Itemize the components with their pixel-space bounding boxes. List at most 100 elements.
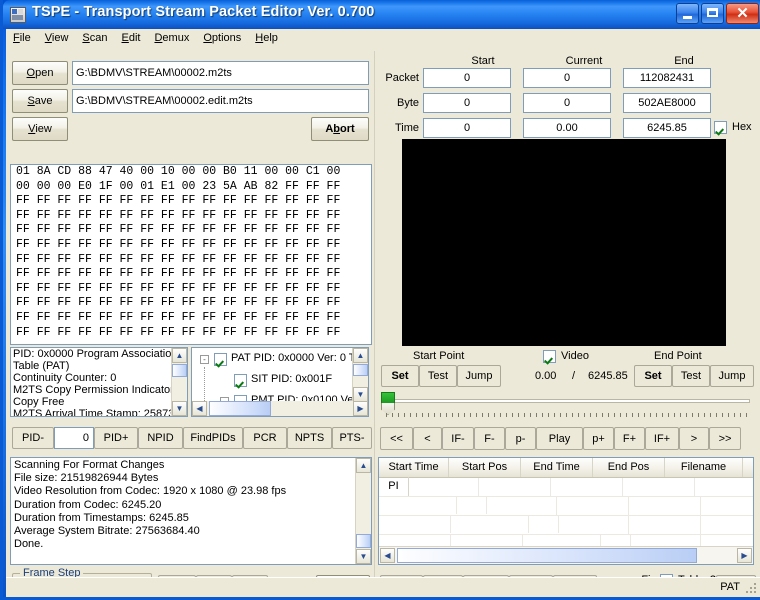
transport-button-fx-7[interactable]: F+ [614, 427, 645, 450]
packet-current-input[interactable]: 0 [523, 68, 611, 88]
transport-button-fx-3[interactable]: F- [474, 427, 505, 450]
start-jump-button[interactable]: Jump [457, 365, 501, 387]
menu-edit[interactable]: Edit [115, 29, 148, 47]
byte-end-input[interactable]: 502AE8000 [623, 93, 711, 113]
table-row[interactable] [379, 497, 753, 533]
edit-list-scroll-left[interactable]: ◀ [380, 548, 395, 563]
edit-list-column-header[interactable]: End Time [521, 458, 593, 477]
pid-info-scrollbar[interactable]: ▲ ▼ [171, 348, 187, 416]
edit-list-column-header[interactable]: Filename [665, 458, 743, 477]
edit-list[interactable]: Start Time Start Pos End Time End Pos Filena… [378, 457, 754, 565]
table-row[interactable] [379, 516, 753, 552]
pid-plus-button[interactable]: PID+ [94, 427, 138, 449]
pid-tree-scroll-up[interactable]: ▲ [353, 348, 368, 363]
menu-file[interactable]: File [6, 29, 38, 47]
edit-list-scroll-right[interactable]: ▶ [737, 548, 752, 563]
open-button[interactable]: Open [12, 61, 68, 85]
table-row[interactable] [379, 478, 753, 514]
edit-list-body[interactable] [379, 478, 753, 564]
tree-item[interactable]: SIT PID: 0x001F [192, 370, 352, 391]
tree-checkbox[interactable] [234, 374, 247, 387]
pid-tree-scroll-thumb[interactable] [353, 364, 368, 376]
end-set-button[interactable]: Set [634, 365, 672, 387]
position-trackbar[interactable] [380, 392, 752, 420]
edit-list-column-header[interactable]: Start Pos [449, 458, 521, 477]
pid-tree-scroll-down[interactable]: ▼ [353, 387, 368, 402]
tree-checkbox[interactable] [214, 353, 227, 366]
edit-list-column-header[interactable]: Start Time [379, 458, 449, 477]
log-scroll-up[interactable]: ▲ [356, 458, 371, 473]
log-scroll-thumb[interactable] [356, 534, 371, 548]
transport-button-px-4[interactable]: p- [505, 427, 536, 450]
abort-button[interactable]: Abort [311, 117, 369, 141]
time-current-input[interactable]: 0.00 [523, 118, 611, 138]
pid-tree-vscrollbar[interactable]: ▲ ▼ [352, 348, 368, 402]
pcr-button[interactable]: PCR [243, 427, 287, 449]
menu-help[interactable]: Help [248, 29, 285, 47]
pid-tree-hscroll-thumb[interactable] [209, 401, 271, 416]
pid-minus-button[interactable]: PID- [12, 427, 54, 449]
pid-info-scroll-down[interactable]: ▼ [172, 401, 187, 416]
save-button[interactable]: Save [12, 89, 68, 113]
edit-list-column-header[interactable]: End Pos [593, 458, 665, 477]
hex-checkbox[interactable] [714, 121, 727, 134]
video-checkbox[interactable] [543, 350, 556, 363]
pid-info-panel[interactable]: PID: 0x0000 Program Association Table (PA… [10, 347, 188, 417]
transport-button-ifx-8[interactable]: IF+ [645, 427, 679, 450]
close-button[interactable]: ✕ [726, 3, 759, 24]
open-path-input[interactable]: G:\BDMV\STREAM\00002.m2ts [72, 61, 369, 85]
transport-button-play-5[interactable]: Play [536, 427, 583, 450]
log-line: Duration from Codec: 6245.20 [14, 498, 162, 511]
byte-start-input[interactable]: 0 [423, 93, 511, 113]
view-button[interactable]: View [12, 117, 68, 141]
pid-tree-panel[interactable]: - PAT PID: 0x0000 Ver: 0 TS ID SIT PID: 0x… [191, 347, 369, 417]
pts-minus-button[interactable]: PTS- [332, 427, 372, 449]
start-set-button[interactable]: Set [381, 365, 419, 387]
hex-row: FF FF FF FF FF FF FF FF FF FF FF FF FF F… [16, 281, 341, 295]
pid-info-scroll-up[interactable]: ▲ [172, 348, 187, 363]
video-preview[interactable] [402, 139, 726, 346]
end-test-button[interactable]: Test [672, 365, 710, 387]
tree-expander-icon[interactable]: - [200, 355, 209, 364]
transport-button-px-6[interactable]: p+ [583, 427, 614, 450]
column-header-current: Current [565, 55, 603, 67]
log-scrollbar[interactable]: ▲ ▼ [355, 458, 371, 564]
transport-button-xx-0[interactable]: << [380, 427, 413, 450]
menu-view[interactable]: View [38, 29, 76, 47]
transport-button-xx-10[interactable]: >> [709, 427, 741, 450]
findpids-button[interactable]: FindPIDs [183, 427, 243, 449]
log-line: File size: 21519826944 Bytes [14, 472, 159, 485]
log-scroll-down[interactable]: ▼ [356, 549, 371, 564]
pid-value-input[interactable]: 0 [54, 427, 94, 449]
log-panel[interactable]: Scanning For Format Changes File size: 21… [10, 457, 372, 565]
end-jump-button[interactable]: Jump [710, 365, 754, 387]
time-end-input[interactable]: 6245.85 [623, 118, 711, 138]
edit-list-hscroll-thumb[interactable] [397, 548, 697, 563]
menu-demux[interactable]: Demux [147, 29, 196, 47]
menu-options[interactable]: Options [196, 29, 248, 47]
pid-tree-hscrollbar[interactable]: ◀ ▶ [192, 401, 368, 416]
edit-list-hscrollbar[interactable]: ◀ ▶ [379, 546, 753, 564]
table-cell [623, 478, 695, 496]
minimize-button[interactable] [676, 3, 699, 24]
time-start-input[interactable]: 0 [423, 118, 511, 138]
tree-item[interactable]: - PAT PID: 0x0000 Ver: 0 TS ID [192, 349, 368, 370]
transport-button-x-1[interactable]: < [413, 427, 442, 450]
packet-start-input[interactable]: 0 [423, 68, 511, 88]
packet-end-input[interactable]: 112082431 [623, 68, 711, 88]
pid-info-scroll-thumb[interactable] [172, 364, 187, 377]
npts-button[interactable]: NPTS [287, 427, 332, 449]
maximize-button[interactable] [701, 3, 724, 24]
hex-dump-view[interactable]: 01 8A CD 88 47 40 00 10 00 00 B0 11 00 0… [10, 164, 372, 345]
save-path-input[interactable]: G:\BDMV\STREAM\00002.edit.m2ts [72, 89, 369, 113]
column-header-end: End [674, 55, 694, 67]
start-test-button[interactable]: Test [419, 365, 457, 387]
byte-current-input[interactable]: 0 [523, 93, 611, 113]
resize-grip[interactable] [746, 583, 758, 595]
transport-button-x-9[interactable]: > [679, 427, 709, 450]
menu-scan[interactable]: Scan [75, 29, 114, 47]
pid-tree-scroll-right[interactable]: ▶ [353, 401, 368, 416]
pid-tree-scroll-left[interactable]: ◀ [192, 401, 207, 416]
transport-button-ifx-2[interactable]: IF- [442, 427, 474, 450]
npid-button[interactable]: NPID [138, 427, 183, 449]
